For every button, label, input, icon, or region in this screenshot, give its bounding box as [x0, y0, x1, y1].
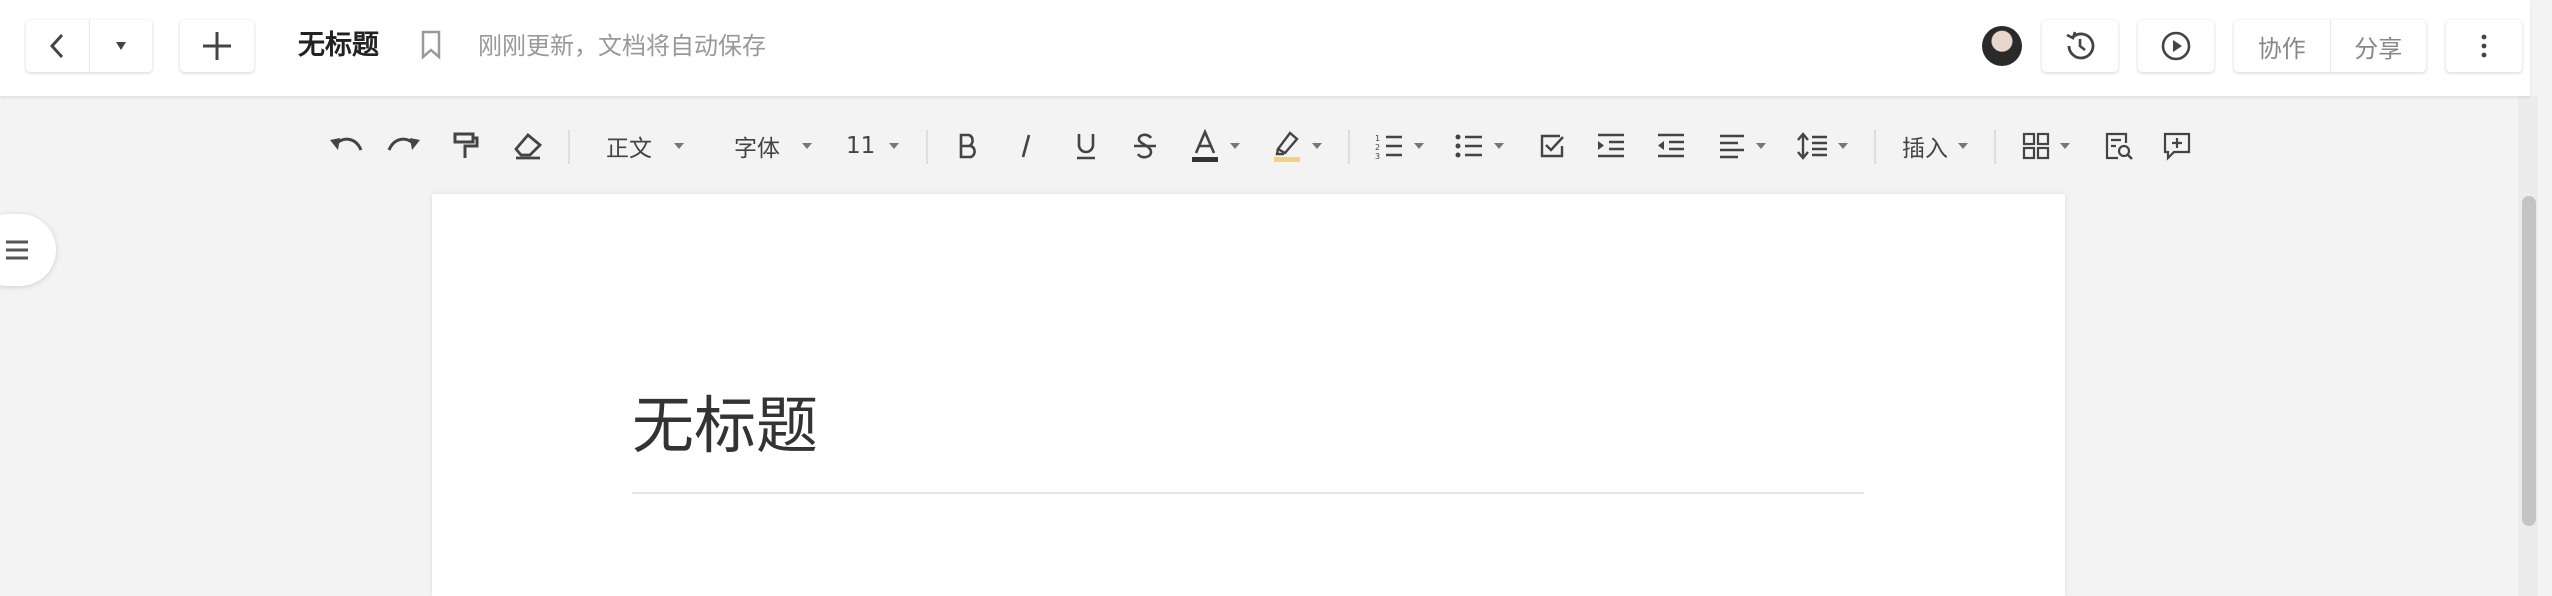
paragraph-style-select[interactable]: 正文 — [606, 126, 684, 166]
svg-text:2: 2 — [1375, 143, 1380, 152]
outdent-icon — [1656, 132, 1686, 160]
document-title[interactable]: 无标题 — [632, 386, 818, 466]
bookmark-icon[interactable] — [420, 30, 442, 60]
comment-icon — [2162, 131, 2192, 161]
underline-icon — [1074, 131, 1098, 161]
history-dropdown-button[interactable] — [88, 20, 153, 72]
redo-icon — [386, 132, 422, 160]
align-button[interactable] — [1718, 126, 1766, 166]
clear-format-button[interactable] — [512, 126, 544, 166]
caret-down-icon — [1414, 143, 1424, 149]
title-divider — [632, 492, 1864, 494]
align-left-icon — [1718, 132, 1746, 160]
history-button[interactable] — [2042, 20, 2118, 72]
format-painter-button[interactable] — [452, 126, 480, 166]
scrollbar-thumb[interactable] — [2522, 196, 2536, 526]
back-button[interactable] — [26, 20, 89, 72]
caret-down-icon — [1958, 143, 1968, 149]
nav-button-group — [26, 20, 152, 72]
plus-icon — [200, 29, 234, 63]
font-family-select[interactable]: 字体 — [734, 126, 812, 166]
search-document-icon — [2104, 131, 2134, 161]
comment-button[interactable] — [2162, 126, 2192, 166]
collab-share-group: 协作 分享 — [2234, 20, 2426, 72]
caret-down-icon — [802, 143, 812, 149]
font-size-select[interactable]: 11 — [846, 126, 900, 166]
caret-down-icon — [1494, 143, 1504, 149]
italic-icon — [1016, 132, 1036, 160]
eraser-icon — [512, 131, 544, 161]
undo-button[interactable] — [328, 126, 364, 166]
font-color-icon — [1190, 129, 1220, 163]
underline-button[interactable] — [1074, 126, 1098, 166]
more-vertical-icon — [2480, 33, 2488, 59]
highlighter-icon — [1272, 129, 1302, 163]
strikethrough-button[interactable] — [1132, 126, 1158, 166]
caret-down-icon — [1312, 143, 1322, 149]
caret-down-icon — [115, 41, 127, 51]
caret-down-icon — [2060, 143, 2070, 149]
indent-button[interactable] — [1596, 126, 1626, 166]
paragraph-style-label: 正文 — [606, 136, 652, 162]
menu-icon — [4, 238, 30, 262]
bullet-list-button[interactable] — [1454, 126, 1504, 166]
grid-icon — [2022, 132, 2050, 160]
task-list-button[interactable] — [1538, 126, 1566, 166]
svg-text:1: 1 — [1375, 134, 1380, 143]
outline-toggle-button[interactable] — [0, 214, 56, 286]
outdent-button[interactable] — [1656, 126, 1686, 166]
checkbox-icon — [1538, 132, 1566, 160]
italic-button[interactable] — [1016, 126, 1036, 166]
highlight-button[interactable] — [1272, 126, 1322, 166]
ordered-list-icon: 123 — [1374, 131, 1404, 161]
svg-text:3: 3 — [1375, 152, 1380, 161]
insert-menu[interactable]: 插入 — [1902, 126, 1968, 166]
new-document-button[interactable] — [180, 20, 254, 72]
find-replace-button[interactable] — [2104, 126, 2134, 166]
caret-down-icon — [1838, 143, 1848, 149]
font-family-label: 字体 — [734, 136, 780, 162]
save-status: 刚刚更新，文档将自动保存 — [478, 32, 766, 60]
top-bar: 无标题 刚刚更新，文档将自动保存 协作 分享 — [0, 0, 2530, 96]
caret-down-icon — [1230, 143, 1240, 149]
document-name[interactable]: 无标题 — [298, 28, 379, 64]
caret-down-icon — [889, 143, 900, 149]
bold-button[interactable] — [956, 126, 980, 166]
indent-icon — [1596, 132, 1626, 160]
layout-button[interactable] — [2022, 126, 2070, 166]
font-size-label: 11 — [846, 133, 876, 159]
bullet-list-icon — [1454, 131, 1484, 161]
caret-down-icon — [674, 143, 684, 149]
insert-label: 插入 — [1902, 136, 1948, 162]
play-icon — [2160, 30, 2192, 62]
paint-roller-icon — [452, 131, 480, 161]
font-color-button[interactable] — [1190, 126, 1240, 166]
chevron-left-icon — [48, 33, 66, 59]
present-button[interactable] — [2138, 20, 2214, 72]
line-spacing-button[interactable] — [1796, 126, 1848, 166]
line-spacing-icon — [1796, 131, 1828, 161]
collaborate-button[interactable]: 协作 — [2234, 20, 2330, 72]
redo-button[interactable] — [386, 126, 422, 166]
ordered-list-button[interactable]: 123 — [1374, 126, 1424, 166]
avatar[interactable] — [1982, 26, 2022, 66]
caret-down-icon — [1756, 143, 1766, 149]
share-button[interactable]: 分享 — [2329, 20, 2427, 72]
history-icon — [2063, 29, 2097, 63]
strikethrough-icon — [1132, 131, 1158, 161]
format-toolbar — [0, 96, 2518, 192]
bold-icon — [956, 132, 980, 160]
undo-icon — [328, 132, 364, 160]
more-button[interactable] — [2446, 20, 2522, 72]
